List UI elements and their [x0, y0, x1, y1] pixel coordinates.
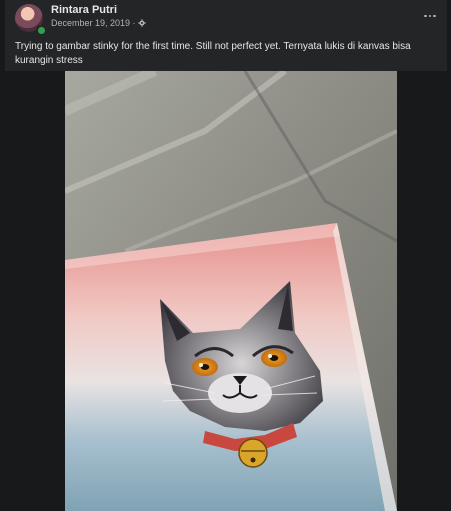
gear-icon[interactable] [137, 19, 146, 27]
post-header: Rintara Putri December 19, 2019 · [5, 0, 447, 36]
post-media [5, 71, 447, 511]
post-text: Trying to gambar stinky for the first ti… [15, 41, 411, 66]
post-meta: December 19, 2019 · [51, 18, 146, 28]
cat-painting-photo[interactable] [65, 71, 397, 511]
author-name[interactable]: Rintara Putri [51, 4, 117, 16]
more-horizontal-icon[interactable] [421, 8, 439, 24]
post-date[interactable]: December 19, 2019 · [51, 18, 136, 28]
online-status-dot [36, 25, 47, 36]
facebook-post: Rintara Putri December 19, 2019 · Trying… [5, 0, 447, 511]
